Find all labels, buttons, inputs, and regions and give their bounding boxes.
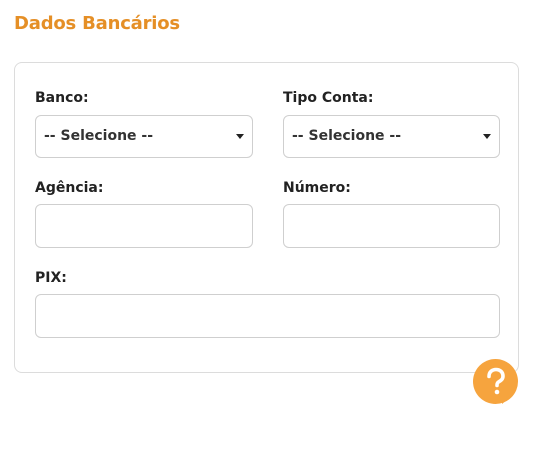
numero-label: Número: <box>283 180 351 196</box>
numero-input[interactable] <box>283 204 500 248</box>
banco-label: Banco: <box>35 90 89 106</box>
section-title: Dados Bancários <box>14 13 180 34</box>
banco-select[interactable]: -- Selecione -- <box>35 115 253 158</box>
help-button[interactable] <box>473 359 518 404</box>
agencia-label: Agência: <box>35 180 104 196</box>
bank-details-page: Dados Bancários Banco: -- Selecione -- T… <box>0 0 546 454</box>
chevron-down-icon <box>483 134 491 139</box>
pix-input[interactable] <box>35 294 500 338</box>
pix-label: PIX: <box>35 270 67 286</box>
tipo-conta-select-value: -- Selecione -- <box>292 128 402 144</box>
banco-select-value: -- Selecione -- <box>44 128 154 144</box>
chevron-down-icon <box>236 134 244 139</box>
agencia-input[interactable] <box>35 204 253 248</box>
bank-details-card: Banco: -- Selecione -- Tipo Conta: -- Se… <box>14 62 519 373</box>
tipo-conta-select[interactable]: -- Selecione -- <box>283 115 500 158</box>
tipo-conta-label: Tipo Conta: <box>283 90 374 106</box>
question-icon <box>486 367 505 394</box>
